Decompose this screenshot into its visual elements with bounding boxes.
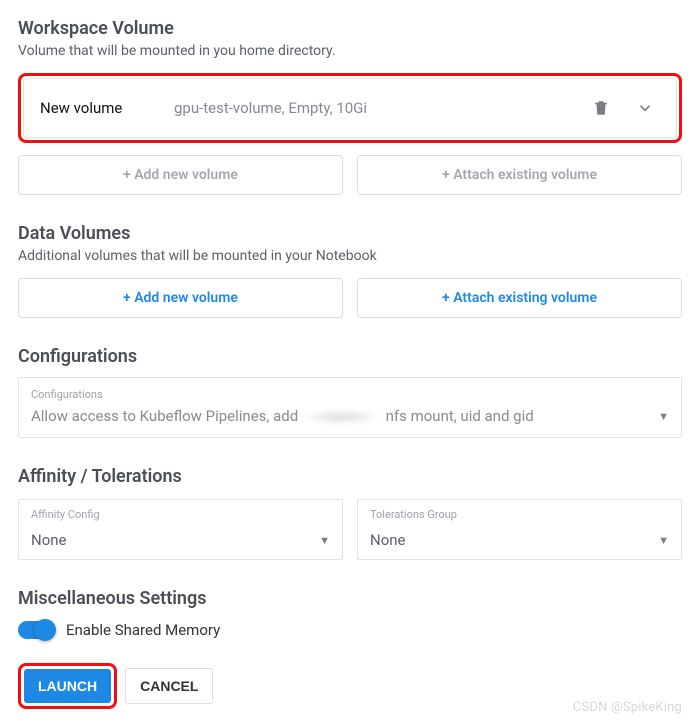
tolerations-group-label: Tolerations Group <box>370 508 669 521</box>
data-volumes-desc: Additional volumes that will be mounted … <box>18 248 682 264</box>
workspace-desc: Volume that will be mounted in you home … <box>18 43 682 59</box>
configurations-section: Configurations Configurations Allow acce… <box>18 346 682 438</box>
affinity-config-select[interactable]: Affinity Config None ▼ <box>18 499 343 560</box>
configurations-value: Allow access to Kubeflow Pipelines, add … <box>31 407 534 425</box>
launch-highlight: LAUNCH <box>18 663 117 709</box>
tolerations-group-value: None <box>370 531 406 549</box>
shared-memory-label: Enable Shared Memory <box>66 621 220 639</box>
tolerations-group-select[interactable]: Tolerations Group None ▼ <box>357 499 682 560</box>
volume-type-label: New volume <box>40 99 160 117</box>
shared-memory-toggle[interactable] <box>18 621 54 639</box>
cancel-button[interactable]: CANCEL <box>125 668 213 704</box>
watermark: CSDN @SpikeKing <box>573 700 682 715</box>
attach-existing-volume-button-ws[interactable]: + Attach existing volume <box>357 155 682 195</box>
dropdown-arrow-icon: ▼ <box>658 410 669 423</box>
configurations-field-label: Configurations <box>31 388 669 401</box>
trash-icon[interactable] <box>586 93 616 123</box>
misc-settings-section: Miscellaneous Settings Enable Shared Mem… <box>18 588 682 639</box>
misc-title: Miscellaneous Settings <box>18 588 682 609</box>
dropdown-arrow-icon: ▼ <box>658 534 669 547</box>
data-volumes-title: Data Volumes <box>18 223 682 244</box>
affinity-title: Affinity / Tolerations <box>18 466 682 487</box>
workspace-volume-highlight: New volume gpu-test-volume, Empty, 10Gi <box>18 73 682 143</box>
affinity-tolerations-section: Affinity / Tolerations Affinity Config N… <box>18 466 682 560</box>
affinity-config-label: Affinity Config <box>31 508 330 521</box>
affinity-config-value: None <box>31 531 67 549</box>
configurations-title: Configurations <box>18 346 682 367</box>
add-new-volume-button-dv[interactable]: + Add new volume <box>18 278 343 318</box>
workspace-volume-row[interactable]: New volume gpu-test-volume, Empty, 10Gi <box>23 78 677 138</box>
add-new-volume-button-ws[interactable]: + Add new volume <box>18 155 343 195</box>
dropdown-arrow-icon: ▼ <box>319 534 330 547</box>
redacted-smudge <box>302 409 382 425</box>
configurations-dropdown[interactable]: Configurations Allow access to Kubeflow … <box>18 377 682 438</box>
chevron-down-icon[interactable] <box>630 93 660 123</box>
data-volumes-section: Data Volumes Additional volumes that wil… <box>18 223 682 318</box>
launch-button[interactable]: LAUNCH <box>24 669 111 703</box>
workspace-title: Workspace Volume <box>18 18 682 39</box>
attach-existing-volume-button-dv[interactable]: + Attach existing volume <box>357 278 682 318</box>
volume-detail: gpu-test-volume, Empty, 10Gi <box>174 99 572 117</box>
workspace-volume-section: Workspace Volume Volume that will be mou… <box>18 18 682 195</box>
